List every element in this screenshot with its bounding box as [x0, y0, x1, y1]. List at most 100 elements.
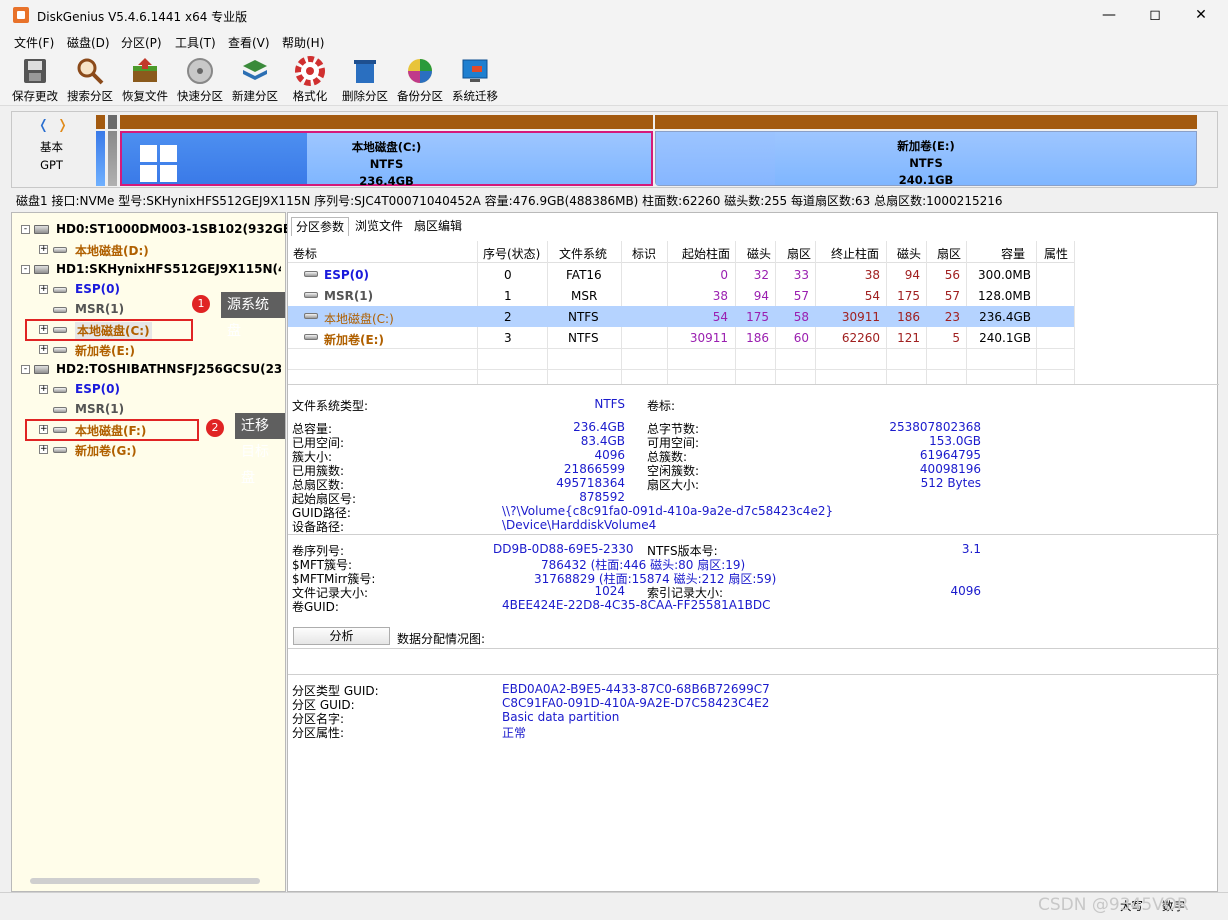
col-index[interactable]: 序号(状态)	[483, 245, 540, 262]
tab-sector-edit[interactable]: 扇区编辑	[410, 217, 466, 236]
window-title: DiskGenius V5.4.6.1441 x64 专业版	[37, 10, 248, 24]
quick-partition-button[interactable]: 快速分区	[173, 54, 227, 104]
toolbar-label: 删除分区	[342, 89, 388, 103]
format-button[interactable]: 格式化	[283, 54, 337, 104]
col-id[interactable]: 标识	[632, 245, 656, 262]
table-row[interactable]: MSR(1) 1 MSR 38 94 57 54 175 57 128.0MB	[288, 285, 1074, 306]
recover-file-button[interactable]: 恢复文件	[118, 54, 172, 104]
tree-partition-e[interactable]: 新加卷(E:)	[75, 342, 135, 359]
toolbar-label: 保存更改	[12, 89, 58, 103]
tree-partition-g[interactable]: 新加卷(G:)	[75, 442, 137, 459]
new-partition-button[interactable]: 新建分区	[228, 54, 282, 104]
collapse-toggle[interactable]: -	[21, 225, 30, 234]
col-start-sector[interactable]: 扇区	[787, 245, 811, 262]
disk-type: 基本 GPT	[40, 139, 63, 172]
minimize-button[interactable]: —	[1086, 0, 1132, 31]
cell-start-cyl: 0	[720, 268, 728, 282]
expand-toggle[interactable]: +	[39, 385, 48, 394]
expand-toggle[interactable]: +	[39, 445, 48, 454]
partition-name-value: Basic data partition	[502, 710, 620, 724]
serial-value: DD9B-0D88-69E5-2330	[493, 542, 634, 556]
fs-type-label: 文件系统类型:	[292, 399, 369, 413]
cell-end-sector: 23	[944, 310, 960, 324]
cell-fs: FAT16	[566, 268, 602, 282]
used-clusters-value: 21866599	[563, 462, 625, 476]
collapse-toggle[interactable]: -	[21, 265, 30, 274]
table-row-selected[interactable]: 本地磁盘(C:) 2 NTFS 54 175 58 30911 186 23 2…	[288, 306, 1074, 327]
menu-partition[interactable]: 分区(P)	[121, 34, 162, 51]
menu-help[interactable]: 帮助(H)	[282, 34, 324, 51]
expand-toggle[interactable]: +	[39, 245, 48, 254]
cell-end-head: 94	[904, 268, 920, 282]
col-filesystem[interactable]: 文件系统	[559, 245, 607, 262]
prev-disk-icon[interactable]: ❬	[38, 118, 49, 133]
volume-label-label: 卷标:	[647, 399, 676, 413]
tree-disk-hd1[interactable]: HD1:SKHynixHFS512GEJ9X115N(477GB)	[56, 262, 281, 276]
volume-guid-label: 卷GUID:	[292, 600, 339, 614]
partition-fs: NTFS	[909, 156, 943, 170]
free-clusters-value: 40098196	[919, 462, 981, 476]
toolbar-label: 格式化	[292, 89, 328, 103]
toolbar: 保存更改 搜索分区 恢复文件 快速分区 新建分区 格式化 删除分区 备份分区 系…	[0, 51, 1228, 106]
close-button[interactable]: ✕	[1178, 0, 1224, 31]
save-icon	[24, 59, 46, 83]
col-start-cyl[interactable]: 起始柱面	[682, 245, 730, 262]
annotation-target-label: 迁移目标盘	[235, 413, 285, 486]
backup-partition-button[interactable]: 备份分区	[393, 54, 447, 104]
cell-end-cyl: 54	[864, 289, 880, 303]
col-end-sector[interactable]: 扇区	[937, 245, 961, 262]
tree-partition-esp[interactable]: ESP(0)	[75, 282, 120, 296]
cell-capacity: 240.1GB	[979, 331, 1031, 345]
cell-index: 1	[504, 289, 512, 303]
system-migration-button[interactable]: 系统迁移	[448, 54, 502, 104]
guid-path-value: \\?\Volume{c8c91fa0-091d-410a-9a2e-d7c58…	[502, 504, 834, 518]
toolbar-label: 备份分区	[397, 89, 443, 103]
cell-end-sector: 57	[944, 289, 960, 303]
cell-name: ESP(0)	[324, 268, 369, 282]
tree-disk-hd2[interactable]: HD2:TOSHIBATHNSFJ256GCSU(238GB)	[56, 362, 281, 376]
table-row[interactable]: 新加卷(E:) 3 NTFS 30911 186 60 62260 121 5 …	[288, 327, 1074, 348]
expand-toggle[interactable]: +	[39, 285, 48, 294]
partition-icon	[304, 313, 318, 319]
diskmap-esp[interactable]	[96, 115, 105, 186]
sector-size-label: 扇区大小:	[647, 478, 700, 492]
tree-horizontal-scrollbar[interactable]	[30, 878, 260, 884]
partition-icon	[53, 347, 67, 353]
col-capacity[interactable]: 容量	[1001, 245, 1025, 262]
next-disk-icon[interactable]: ❭	[57, 118, 68, 133]
delete-partition-button[interactable]: 删除分区	[338, 54, 392, 104]
annotation-source-label: 源系统盘	[221, 292, 285, 339]
menu-disk[interactable]: 磁盘(D)	[67, 34, 110, 51]
search-partition-button[interactable]: 搜索分区	[63, 54, 117, 104]
tab-partition-params[interactable]: 分区参数	[291, 217, 350, 236]
col-end-head[interactable]: 磁头	[897, 245, 921, 262]
menu-file[interactable]: 文件(F)	[14, 34, 54, 51]
col-end-cyl[interactable]: 终止柱面	[831, 245, 879, 262]
col-volume-label[interactable]: 卷标	[293, 245, 317, 262]
col-start-head[interactable]: 磁头	[747, 245, 771, 262]
collapse-toggle[interactable]: -	[21, 365, 30, 374]
cluster-size-value: 4096	[594, 448, 625, 462]
menu-view[interactable]: 查看(V)	[228, 34, 270, 51]
tree-partition-msr-hd2[interactable]: MSR(1)	[75, 402, 124, 416]
toolbar-label: 搜索分区	[67, 89, 113, 103]
maximize-button[interactable]: ◻	[1132, 0, 1178, 31]
tree-disk-hd0[interactable]: HD0:ST1000DM003-1SB102(932GB)	[56, 222, 298, 236]
toolbar-label: 恢复文件	[122, 89, 168, 103]
analyze-button[interactable]: 分析	[293, 627, 390, 645]
tree-partition-msr[interactable]: MSR(1)	[75, 302, 124, 316]
menu-tools[interactable]: 工具(T)	[175, 34, 216, 51]
diskmap-partition-e[interactable]: 新加卷(E:) NTFS 240.1GB	[655, 115, 1197, 187]
menu-bar: 文件(F) 磁盘(D) 分区(P) 工具(T) 查看(V) 帮助(H)	[0, 31, 1228, 51]
delete-partition-icon	[354, 60, 376, 83]
tree-partition-esp-hd2[interactable]: ESP(0)	[75, 382, 120, 396]
tab-browse-files[interactable]: 浏览文件	[351, 217, 407, 236]
table-row[interactable]: ESP(0) 0 FAT16 0 32 33 38 94 56 300.0MB	[288, 264, 1074, 285]
col-attr[interactable]: 属性	[1044, 245, 1068, 262]
cell-capacity: 236.4GB	[979, 310, 1031, 324]
save-changes-button[interactable]: 保存更改	[8, 54, 62, 104]
diskmap-partition-c[interactable]: 本地磁盘(C:) NTFS 236.4GB	[120, 115, 653, 188]
tree-partition-d[interactable]: 本地磁盘(D:)	[75, 242, 149, 259]
expand-toggle[interactable]: +	[39, 345, 48, 354]
diskmap-msr[interactable]	[108, 115, 117, 186]
